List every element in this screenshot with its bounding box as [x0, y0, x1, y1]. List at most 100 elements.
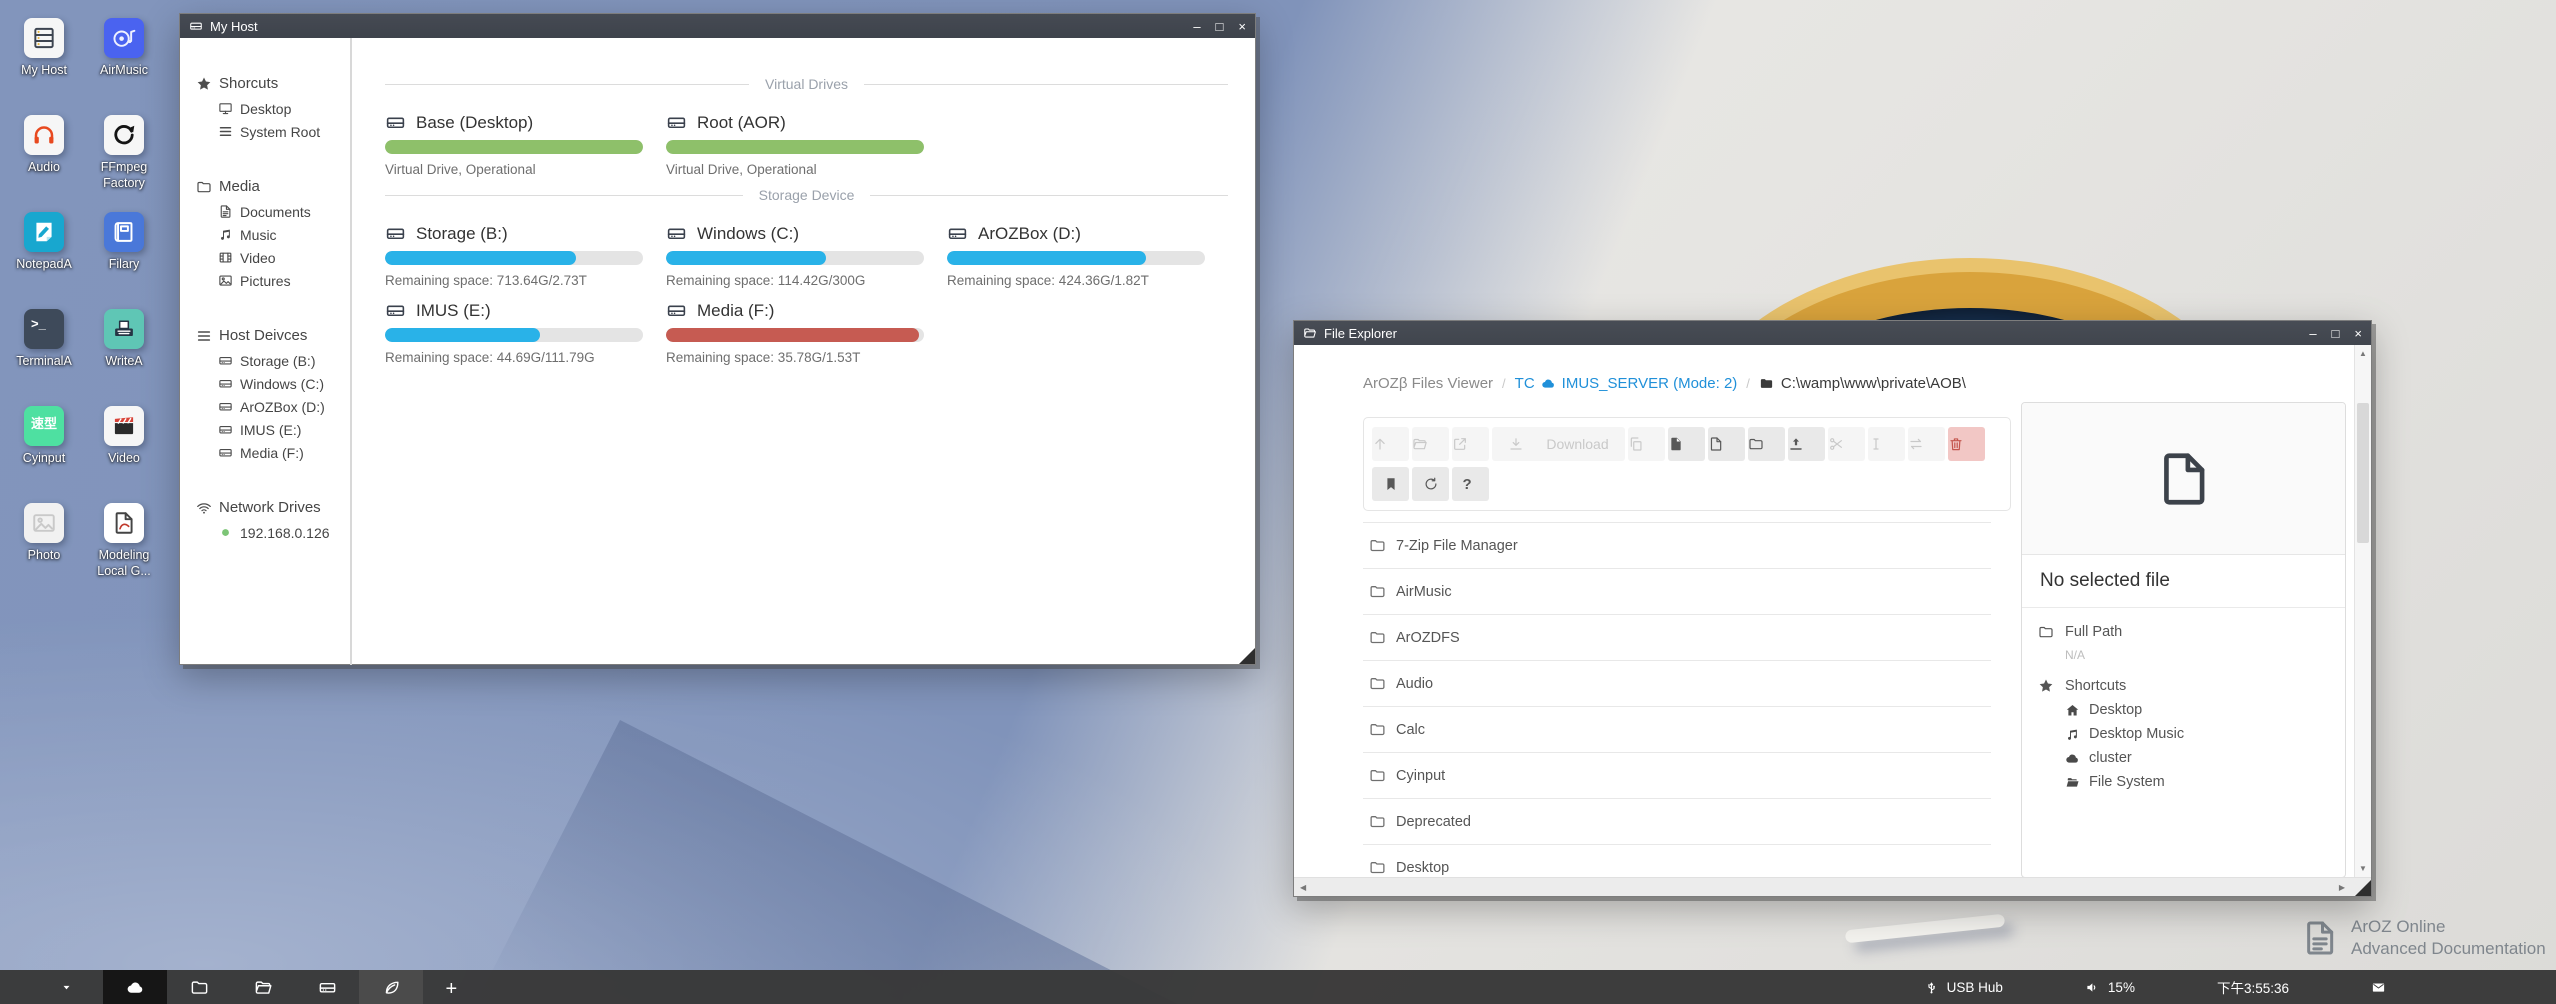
new-folder-button[interactable] [1748, 427, 1785, 461]
sidebar-row[interactable]: ArOZBox (D:) [180, 395, 350, 418]
minimize-button[interactable]: – [2309, 327, 2316, 340]
desktop-icon-label: My Host [21, 63, 67, 79]
sidebar-row[interactable]: 192.168.0.126 [180, 521, 350, 544]
book-icon [111, 219, 137, 245]
help-button[interactable]: ? [1452, 467, 1489, 501]
delete-button[interactable] [1948, 427, 1985, 461]
vertical-scrollbar[interactable]: ▲ ▼ [2354, 345, 2371, 877]
desktop-icon[interactable]: FFmpeg Factory [81, 115, 167, 212]
taskbar-add-button[interactable]: + [423, 970, 487, 1004]
scroll-left-arrow[interactable]: ◀ [1300, 883, 1306, 892]
sidebar-row[interactable]: Windows (C:) [180, 372, 350, 395]
storage-device-grid: Storage (B:) Remaining space: 713.64G/2.… [385, 223, 1228, 365]
Root (AOR)[interactable]: Root (AOR) Virtual Drive, Operational [666, 112, 926, 177]
sidebar-row[interactable]: System Root [180, 120, 350, 143]
full-path-label: Full Path [2065, 624, 2122, 640]
sidebar-label: Host Deivces [219, 327, 307, 344]
swap-button[interactable] [1908, 427, 1945, 461]
shortcut-item[interactable]: Desktop Music [2065, 726, 2329, 742]
taskbar-app-leaf[interactable] [359, 970, 423, 1004]
taskbar-app-folder[interactable] [167, 970, 231, 1004]
Windows (C:)[interactable]: Windows (C:) Remaining space: 114.42G/30… [666, 223, 926, 288]
paste-button[interactable] [1668, 427, 1705, 461]
clock[interactable]: 下午3:55:36 [2217, 977, 2289, 997]
Base (Desktop)[interactable]: Base (Desktop) Virtual Drive, Operationa… [385, 112, 645, 177]
scroll-down-arrow[interactable]: ▼ [2355, 864, 2371, 873]
my-host-titlebar[interactable]: My Host – □ × [180, 14, 1255, 38]
desktop-icon[interactable]: WriteA [81, 309, 167, 406]
shortcut-item[interactable]: File System [2065, 774, 2329, 790]
open-in-new-button[interactable] [1452, 427, 1489, 461]
go-up-button[interactable] [1372, 427, 1409, 461]
desktop-icon[interactable]: >_ TerminalA [1, 309, 87, 406]
scroll-right-arrow[interactable]: ▶ [2339, 883, 2345, 892]
sidebar-row[interactable]: Pictures [180, 269, 350, 292]
desktop-icon[interactable]: Audio [1, 115, 87, 212]
refresh-button[interactable] [1412, 467, 1449, 501]
sidebar-row[interactable]: Video [180, 246, 350, 269]
drive-header: Media (F:) [666, 300, 926, 321]
rename-button[interactable] [1868, 427, 1905, 461]
file-explorer-titlebar[interactable]: File Explorer – □ × [1294, 321, 2371, 345]
close-button[interactable]: × [2354, 327, 2362, 340]
desktop-icon[interactable]: Video [81, 406, 167, 503]
desktop-icon[interactable]: My Host [1, 18, 87, 115]
7-Zip File Manager[interactable]: 7-Zip File Manager [1363, 523, 1991, 569]
folder-icon [1369, 767, 1386, 784]
horizontal-scrollbar[interactable]: ◀ ▶ [1294, 877, 2371, 896]
sidebar-row[interactable]: IMUS (E:) [180, 418, 350, 441]
desktop-icon[interactable]: 速型 Cyinput [1, 406, 87, 503]
sidebar-row[interactable]: Documents [180, 200, 350, 223]
ArOZDFS[interactable]: ArOZDFS [1363, 615, 1991, 661]
copy-button[interactable] [1628, 427, 1665, 461]
desktop-icon-label: FFmpeg Factory [82, 160, 166, 191]
sidebar-row[interactable]: Music [180, 223, 350, 246]
desktop-icon[interactable]: Photo [1, 503, 87, 600]
new-file-button[interactable] [1708, 427, 1745, 461]
Cyinput[interactable]: Cyinput [1363, 753, 1991, 799]
desktop-icon[interactable]: Filary [81, 212, 167, 309]
desktop-icon[interactable]: AirMusic [81, 18, 167, 115]
sidebar-row[interactable]: Storage (B:) [180, 349, 350, 372]
taskbar-app-folder-open[interactable] [231, 970, 295, 1004]
shortcut-item[interactable]: cluster [2065, 750, 2329, 766]
window-resize-handle[interactable] [2355, 880, 2371, 896]
breadcrumb-path[interactable]: C:\wamp\www\private\AOB\ [1759, 375, 1966, 392]
IMUS (E:)[interactable]: IMUS (E:) Remaining space: 44.69G/111.79… [385, 300, 645, 365]
sidebar-row[interactable]: Media (F:) [180, 441, 350, 464]
Calc[interactable]: Calc [1363, 707, 1991, 753]
cut-button[interactable] [1828, 427, 1865, 461]
selection-status: No selected file [2022, 555, 2345, 608]
upload-button[interactable] [1788, 427, 1825, 461]
taskbar-app-drive[interactable] [295, 970, 359, 1004]
Media (F:)[interactable]: Media (F:) Remaining space: 35.78G/1.53T [666, 300, 926, 365]
desktop-icon[interactable]: NotepadA [1, 212, 87, 309]
volume-tray-item[interactable]: 15% [2085, 980, 2135, 995]
scroll-up-arrow[interactable]: ▲ [2355, 349, 2371, 358]
download-button[interactable]: Download [1492, 427, 1625, 461]
window-resize-handle[interactable] [1239, 648, 1255, 664]
Deprecated[interactable]: Deprecated [1363, 799, 1991, 845]
shortcut-label: cluster [2089, 750, 2132, 766]
scrollbar-thumb[interactable] [2357, 403, 2369, 543]
desktop-icon[interactable]: Modeling Local G... [81, 503, 167, 600]
maximize-button[interactable]: □ [1216, 20, 1224, 33]
bookmark-button[interactable] [1372, 467, 1409, 501]
close-button[interactable]: × [1238, 20, 1246, 33]
sidebar-row[interactable]: Desktop [180, 97, 350, 120]
Audio[interactable]: Audio [1363, 661, 1991, 707]
AirMusic[interactable]: AirMusic [1363, 569, 1991, 615]
taskbar-app-cloud[interactable] [103, 970, 167, 1004]
open-button[interactable] [1412, 427, 1449, 461]
minimize-button[interactable]: – [1193, 20, 1200, 33]
ArOZBox (D:)[interactable]: ArOZBox (D:) Remaining space: 424.36G/1.… [947, 223, 1207, 288]
tray-expand-button[interactable] [46, 970, 86, 1004]
breadcrumb-server-link[interactable]: TC IMUS_SERVER (Mode: 2) [1515, 375, 1738, 392]
shortcut-item[interactable]: Desktop [2065, 702, 2329, 718]
Storage (B:)[interactable]: Storage (B:) Remaining space: 713.64G/2.… [385, 223, 645, 288]
folder-icon [2038, 624, 2054, 640]
usb-tray-item[interactable]: USB Hub [1924, 980, 2003, 995]
Desktop[interactable]: Desktop [1363, 845, 1991, 879]
maximize-button[interactable]: □ [2332, 327, 2340, 340]
messages-tray-item[interactable] [2371, 980, 2386, 995]
